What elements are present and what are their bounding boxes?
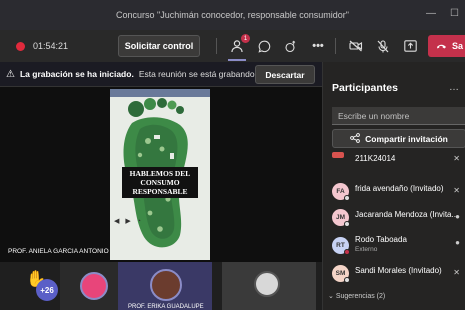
participant-row[interactable]: FA frida avendaño (Invitado) ✕ xyxy=(323,178,465,204)
camera-off-icon[interactable] xyxy=(347,37,365,55)
avatar xyxy=(254,271,280,297)
participant-tile[interactable] xyxy=(222,262,316,310)
shared-title: HABLEMOS DEL CONSUMO RESPONSABLE xyxy=(122,167,198,198)
avatar: FA xyxy=(332,182,350,201)
banner-message: Esta reunión se está grabando. Al... xyxy=(138,69,274,79)
mic-off-icon: ✕ xyxy=(453,268,460,277)
banner-title: La grabación se ha iniciado. xyxy=(19,69,134,79)
warning-icon: ⚠ xyxy=(6,68,15,80)
share-invite-button[interactable]: Compartir invitación xyxy=(332,129,465,148)
participant-row[interactable]: 211K24014 ✕ xyxy=(323,152,465,178)
leave-label: Sa xyxy=(452,41,464,51)
participant-row[interactable]: SM Sandi Morales (Invitado) ✕ xyxy=(323,260,465,286)
chevron-down-icon: ⌄ xyxy=(328,293,334,300)
volume-icon[interactable]: ◔ xyxy=(137,218,141,225)
overflow-count[interactable]: +26 xyxy=(36,279,58,301)
participant-name: 211K24014 xyxy=(355,154,396,163)
participant-row[interactable]: JM Jacaranda Mendoza (Invita... ● xyxy=(323,204,465,230)
minimize-icon[interactable]: — xyxy=(426,8,436,19)
participant-list: 211K24014 ✕ FA frida avendaño (Invitado)… xyxy=(323,152,465,286)
participant-tile-active[interactable] xyxy=(118,262,212,310)
toolbar-divider xyxy=(335,38,336,54)
suggestions-header[interactable]: ⌄ Sugerencias (2) xyxy=(328,292,385,300)
participants-icon[interactable]: 1 xyxy=(228,34,250,55)
maximize-icon[interactable]: ☐ xyxy=(450,8,459,19)
avatar-initials: SM xyxy=(335,269,346,277)
avatar xyxy=(150,269,182,301)
mic-off-icon[interactable] xyxy=(374,37,392,55)
share-screen-icon[interactable] xyxy=(401,37,419,55)
recording-banner: ⚠ La grabación se ha iniciado. Esta reun… xyxy=(0,62,322,87)
participant-subtitle: Externo xyxy=(355,246,378,253)
shared-content: HABLEMOS DEL CONSUMO RESPONSABLE ◀ ▶ ◔ xyxy=(110,89,210,260)
presence-dot xyxy=(344,276,350,283)
share-invite-label: Compartir invitación xyxy=(365,133,448,144)
avatar-initials: RT xyxy=(336,241,345,249)
video-controls[interactable]: ◀ ▶ ◔ xyxy=(114,215,206,227)
toolbar-divider xyxy=(216,38,217,54)
suggestions-label: Sugerencias (2) xyxy=(335,293,386,300)
meeting-timer: 01:54:21 xyxy=(33,41,69,51)
panel-more-icon[interactable]: … xyxy=(449,82,459,93)
participant-name: frida avendaño (Invitado) xyxy=(355,184,444,193)
presenter-name: PROF. ANIELA GARCIA ANTONIO xyxy=(8,248,109,255)
mic-icon: ● xyxy=(455,238,460,247)
phone-hangup-icon xyxy=(436,41,447,51)
participant-search-input[interactable] xyxy=(332,107,465,125)
window-controls: — ☐ xyxy=(426,8,459,19)
panel-title: Participantes xyxy=(332,82,398,94)
mic-off-icon: ✕ xyxy=(453,154,460,163)
avatar-initials: JM xyxy=(335,213,346,221)
avatar: JM xyxy=(332,208,350,227)
avatar-initials: FA xyxy=(336,187,345,195)
leave-button[interactable]: Sa xyxy=(428,35,465,57)
rewind-icon[interactable]: ◀ xyxy=(114,217,119,225)
share-icon xyxy=(350,132,361,145)
avatar: SM xyxy=(332,264,350,283)
presence-dot xyxy=(344,220,350,227)
title-bar: Concurso "Juchimán conocedor, responsabl… xyxy=(0,0,465,30)
participants-badge: 1 xyxy=(241,34,250,43)
reactions-icon[interactable] xyxy=(282,37,300,55)
play-icon[interactable]: ▶ xyxy=(125,217,130,225)
participant-row[interactable]: RT Rodo Taboada Externo ● xyxy=(323,230,465,260)
presence-dot xyxy=(344,248,350,255)
dismiss-button[interactable]: Descartar xyxy=(255,65,315,84)
participant-name: Rodo Taboada xyxy=(355,235,407,244)
window-title: Concurso "Juchimán conocedor, responsabl… xyxy=(115,10,349,20)
participant-name: Jacaranda Mendoza (Invita... xyxy=(355,210,459,219)
request-control-button[interactable]: Solicitar control xyxy=(118,35,200,57)
recording-icon xyxy=(16,41,25,51)
more-actions-icon[interactable]: ••• xyxy=(309,37,327,55)
avatar xyxy=(80,272,108,300)
meeting-stage: HABLEMOS DEL CONSUMO RESPONSABLE ◀ ▶ ◔ xyxy=(0,87,322,262)
avatar: RT xyxy=(332,236,350,255)
presence-dot xyxy=(344,194,350,201)
mic-icon: ● xyxy=(455,212,460,221)
participant-name: Sandi Morales (Invitado) xyxy=(355,266,442,275)
active-tab-indicator xyxy=(228,59,246,61)
avatar xyxy=(332,152,344,158)
chat-icon[interactable] xyxy=(255,37,273,55)
bottom-presenter-name: PROF. ERIKA GUADALUPE xyxy=(128,304,204,310)
mic-off-icon: ✕ xyxy=(453,186,460,195)
participants-panel: Participantes … Compartir invitación 211… xyxy=(322,62,465,310)
